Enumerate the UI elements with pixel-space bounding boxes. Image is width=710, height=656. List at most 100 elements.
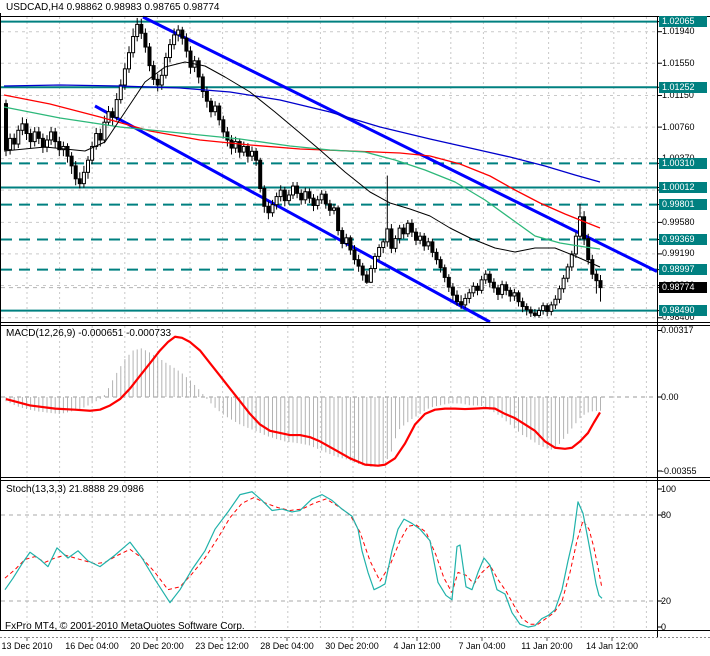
stoch-indicator-label: Stoch(13,3,3) 21.8888 29.0986 xyxy=(6,484,144,495)
candle-body xyxy=(430,241,435,253)
candle-body xyxy=(512,292,517,297)
candle-body xyxy=(262,188,267,207)
candle-body xyxy=(520,301,525,308)
candle-body xyxy=(368,268,373,283)
candle-body xyxy=(65,145,70,157)
candle-body xyxy=(332,207,336,211)
candle-body xyxy=(352,249,357,261)
candle-body xyxy=(475,285,480,291)
candle-body xyxy=(311,197,316,206)
candle-body xyxy=(229,139,234,149)
candle-body xyxy=(20,123,25,131)
candle-body xyxy=(118,84,123,101)
candle-body xyxy=(151,65,156,80)
candle-body xyxy=(184,37,189,52)
candle-body xyxy=(155,78,160,86)
candle-body xyxy=(586,238,591,261)
stoch-signal-line xyxy=(4,497,603,625)
candle-body xyxy=(487,273,492,283)
candle-body xyxy=(114,99,119,118)
candle-body xyxy=(16,129,21,145)
candle-body xyxy=(537,310,541,316)
candle-body xyxy=(373,255,377,270)
candle-body xyxy=(327,203,332,211)
candle-body xyxy=(49,131,54,141)
candle-body xyxy=(438,259,443,269)
candle-body xyxy=(73,165,78,180)
candle-body xyxy=(291,185,295,196)
candle-body xyxy=(422,235,427,247)
candle-body xyxy=(360,265,365,276)
candle-body xyxy=(8,137,13,151)
ma-fast-black xyxy=(3,61,601,268)
candle-body xyxy=(110,111,115,118)
copyright-text: FxPro MT4, © 2001-2010 MetaQuotes Softwa… xyxy=(5,621,245,632)
candle-body xyxy=(504,284,509,291)
candle-body xyxy=(414,231,418,241)
candle-body xyxy=(98,133,103,141)
candle-body xyxy=(295,185,300,194)
candle-body xyxy=(209,100,213,113)
ma-green xyxy=(3,106,601,250)
candle-body xyxy=(409,222,414,233)
candle-body xyxy=(32,131,37,143)
candle-body xyxy=(528,309,533,314)
candle-body xyxy=(471,285,476,294)
candle-body xyxy=(496,287,500,295)
candle-body xyxy=(172,34,177,46)
chart-title-ohlc: USDCAD,H4 0.98862 0.98983 0.98765 0.9877… xyxy=(6,2,220,13)
ma-red xyxy=(3,94,601,229)
candle-body xyxy=(303,191,308,201)
candle-body xyxy=(241,145,246,153)
candle-body xyxy=(459,301,464,306)
mt4-chart-window: USDCAD,H4 0.98862 0.98983 0.98765 0.9877… xyxy=(0,0,710,656)
candle-body xyxy=(385,228,390,243)
candle-body xyxy=(418,235,423,241)
candle-body xyxy=(286,194,291,202)
candle-body xyxy=(122,68,127,86)
candle-body xyxy=(69,155,74,167)
candle-body xyxy=(405,222,410,235)
candle-body xyxy=(549,304,554,312)
candle-body xyxy=(299,192,304,201)
candle-body xyxy=(344,237,349,244)
candle-body xyxy=(86,159,90,173)
candle-body xyxy=(139,23,144,34)
candle-body xyxy=(483,273,488,281)
candle-body xyxy=(81,171,86,185)
candle-body xyxy=(381,241,386,249)
candle-body xyxy=(143,32,148,48)
candle-body xyxy=(401,227,406,235)
candle-body xyxy=(274,196,279,206)
candle-body xyxy=(598,280,603,289)
candle-body xyxy=(323,193,328,205)
candle-body xyxy=(561,277,566,290)
candle-body xyxy=(188,50,193,68)
candle-body xyxy=(196,60,201,78)
candle-body xyxy=(315,199,320,206)
candle-body xyxy=(237,141,242,153)
candle-body xyxy=(258,159,263,189)
candle-body xyxy=(541,305,546,312)
candle-body xyxy=(455,294,459,303)
candle-body xyxy=(319,193,324,201)
candle-body xyxy=(213,105,218,113)
candle-body xyxy=(565,266,570,279)
candle-body xyxy=(282,189,287,202)
macd-signal-line xyxy=(5,335,601,467)
candle-body xyxy=(569,253,574,268)
candle-body xyxy=(12,137,17,145)
candle-body xyxy=(180,29,185,39)
candle-body xyxy=(557,288,562,300)
candle-body xyxy=(377,247,382,257)
candle-body xyxy=(397,227,402,240)
candle-body xyxy=(450,286,455,296)
candle-body xyxy=(135,23,140,38)
stoch-main-line xyxy=(4,491,603,628)
candle-body xyxy=(479,279,484,291)
candle-body xyxy=(250,150,254,157)
macd-indicator-label: MACD(12,26,9) -0.000651 -0.000733 xyxy=(6,328,172,339)
candle-body xyxy=(348,237,353,251)
candle-body xyxy=(106,111,111,123)
candle-body xyxy=(434,251,439,261)
